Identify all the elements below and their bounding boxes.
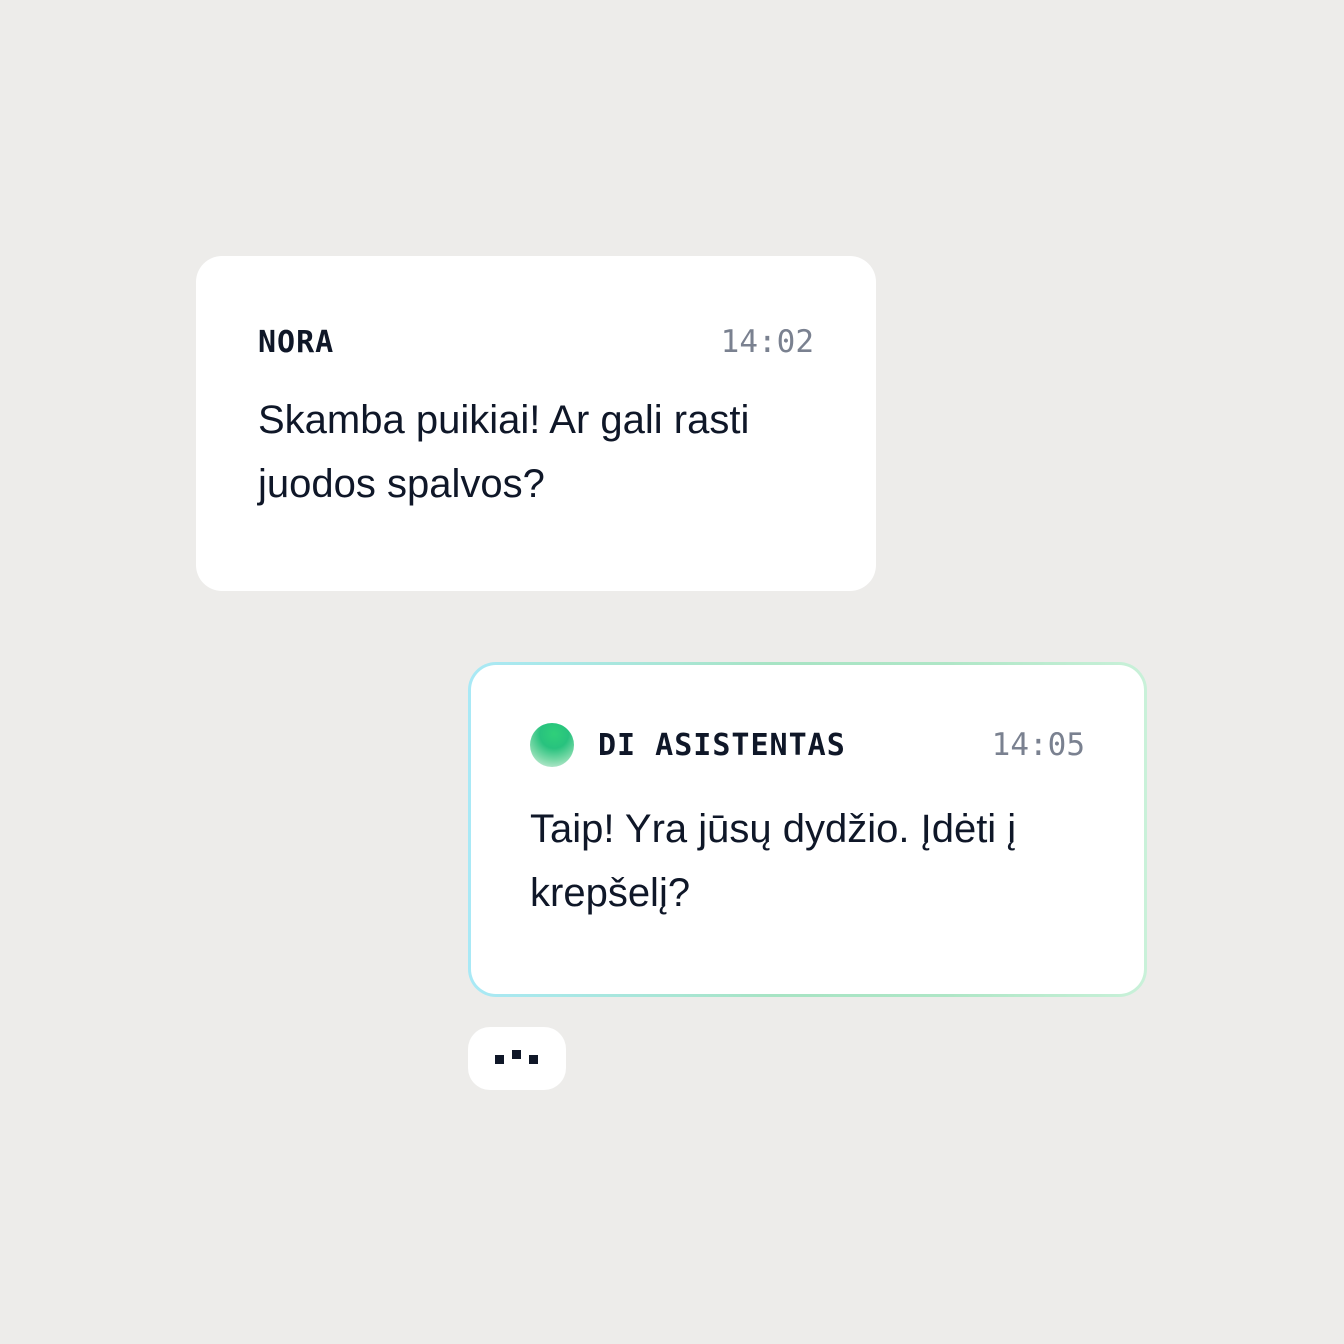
typing-indicator	[468, 1027, 566, 1090]
message-timestamp: 14:02	[720, 324, 814, 360]
message-card-assistant: DI ASISTENTAS 14:05 Taip! Yra jūsų dydži…	[468, 662, 1147, 997]
message-text: Taip! Yra jūsų dydžio. Įdėti į krepšelį?	[530, 807, 1017, 915]
sender-group: DI ASISTENTAS	[530, 723, 846, 767]
message-timestamp: 14:05	[991, 727, 1085, 763]
typing-dots-icon	[512, 1050, 521, 1059]
typing-dots-icon	[529, 1055, 538, 1064]
sender-name: DI ASISTENTAS	[598, 727, 846, 763]
message-card-user: NORA 14:02 Skamba puikiai! Ar gali rasti…	[196, 256, 876, 591]
assistant-orb-icon	[530, 723, 574, 767]
message-header: DI ASISTENTAS 14:05	[530, 723, 1085, 767]
typing-dots-icon	[495, 1055, 504, 1064]
message-card-assistant-inner: DI ASISTENTAS 14:05 Taip! Yra jūsų dydži…	[471, 665, 1144, 994]
message-text: Skamba puikiai! Ar gali rasti juodos spa…	[258, 398, 750, 506]
message-header: NORA 14:02	[258, 322, 814, 362]
sender-name: NORA	[258, 324, 335, 360]
